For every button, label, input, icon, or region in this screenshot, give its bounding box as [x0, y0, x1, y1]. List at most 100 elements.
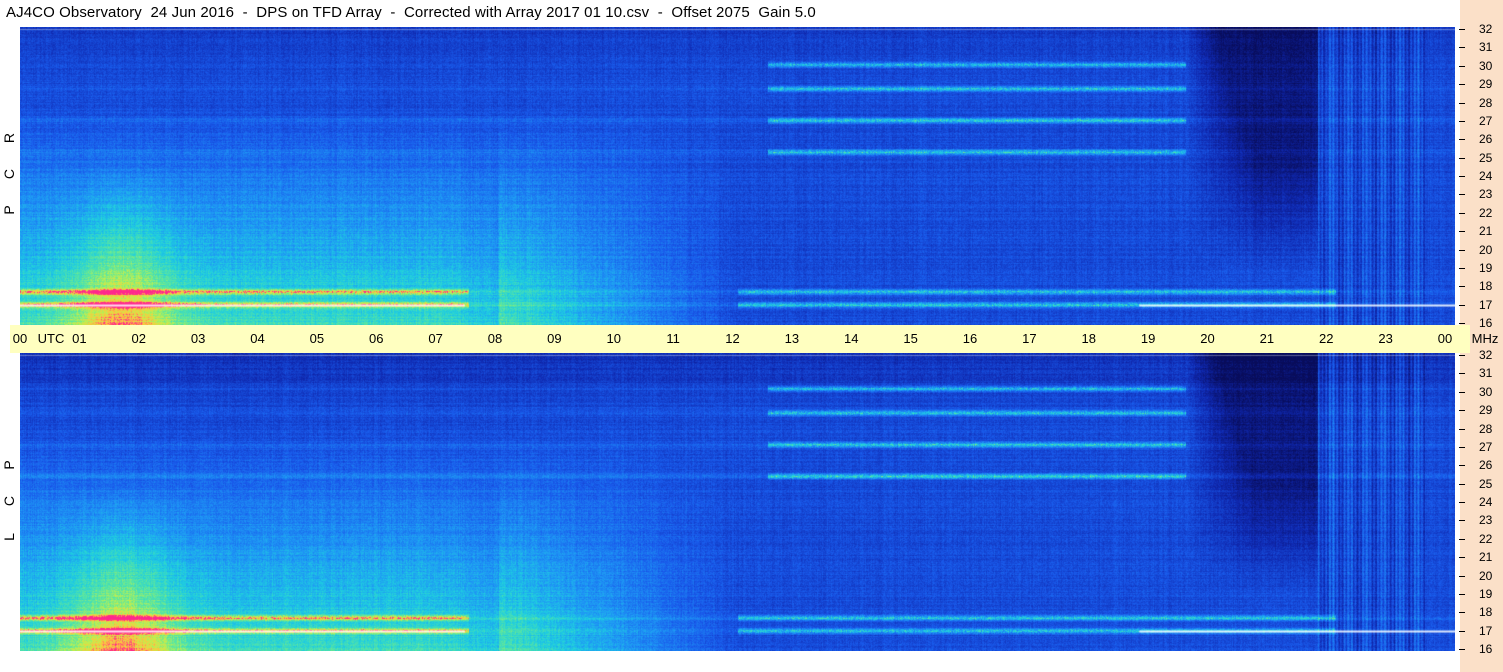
freq-tick-label: 30 [1479, 58, 1493, 73]
freq-tick-label: 24 [1479, 169, 1493, 183]
time-tick-label: 11 [666, 331, 680, 346]
freq-tick-label: 30 [1479, 384, 1493, 399]
freq-tick-label: 25 [1479, 476, 1493, 491]
time-tick-label: 04 [250, 331, 265, 346]
freq-tick-mark [1459, 249, 1465, 251]
freq-tick-label: 20 [1479, 568, 1493, 583]
time-tick-label: 15 [903, 331, 918, 346]
freq-tick-mark [1459, 612, 1465, 614]
freq-tick-mark [1459, 593, 1465, 595]
bottom-frame [0, 651, 1460, 672]
title-bar: AJ4CO Observatory 24 Jun 2016 - DPS on T… [0, 0, 1460, 27]
freq-tick-label: 29 [1479, 403, 1493, 418]
spectrogram-lcp [20, 353, 1455, 651]
freq-tick-mark [1459, 557, 1465, 559]
time-tick-label: 18 [1081, 331, 1096, 346]
rcp-label-letter-2: C [1, 168, 17, 180]
time-tick-label: 23 [1378, 331, 1393, 346]
freq-tick-mark [1459, 286, 1465, 288]
freq-tick-label: 17 [1479, 623, 1493, 638]
time-tick-label: 00 [12, 331, 28, 346]
time-tick-label: 17 [1022, 331, 1037, 346]
time-tick-label: 06 [369, 331, 384, 346]
utc-label: UTC [37, 331, 65, 346]
freq-tick-mark [1459, 139, 1465, 141]
freq-tick-label: 22 [1479, 205, 1493, 220]
freq-tick-mark [1459, 483, 1465, 485]
freq-tick-label: 32 [1479, 22, 1493, 36]
rcp-label-letter-1: R [1, 132, 17, 144]
freq-tick-label: 22 [1479, 531, 1493, 546]
frequency-axis-lcp: 16 17 18 19 20 21 22 23 24 25 26 27 28 29 30 31 32 [1455, 348, 1503, 656]
time-tick-label: 22 [1319, 331, 1334, 346]
freq-tick-mark [1459, 84, 1465, 86]
freq-tick-label: 32 [1479, 348, 1493, 362]
freq-tick-label: 18 [1479, 279, 1493, 294]
freq-tick-mark [1459, 502, 1465, 503]
freq-tick-mark [1459, 391, 1465, 393]
freq-tick-mark [1459, 355, 1465, 356]
freq-tick-mark [1459, 520, 1465, 522]
freq-tick-mark [1459, 212, 1465, 214]
freq-tick-mark [1459, 120, 1465, 122]
time-tick-label: 21 [1259, 331, 1275, 346]
time-tick-label: 16 [962, 331, 978, 346]
freq-tick-mark [1459, 446, 1465, 448]
freq-tick-label: 27 [1479, 113, 1493, 128]
freq-tick-mark [1459, 428, 1465, 430]
rcp-label-letter-3: P [1, 205, 17, 215]
time-tick-label: 09 [547, 331, 562, 346]
freq-tick-mark [1459, 157, 1465, 159]
freq-tick-mark [1459, 649, 1465, 650]
freq-tick-label: 28 [1479, 421, 1493, 436]
freq-tick-label: 26 [1479, 132, 1493, 147]
freq-tick-mark [1459, 538, 1465, 540]
freq-tick-mark [1459, 267, 1465, 269]
freq-tick-mark [1459, 65, 1465, 67]
time-axis: 00 01 02 03 04 05 06 07 08 09 10 11 12 13 14 15 16 17 18 19… [10, 325, 1498, 353]
freq-tick-mark [1459, 630, 1465, 632]
freq-tick-mark [1459, 47, 1465, 49]
time-tick-label: 05 [309, 331, 325, 346]
time-tick-label: 12 [725, 331, 740, 346]
freq-tick-label: 27 [1479, 439, 1493, 454]
freq-tick-label: 31 [1479, 366, 1493, 381]
time-tick-label: 07 [428, 331, 443, 346]
freq-tick-mark [1459, 465, 1465, 467]
time-tick-label: 03 [190, 331, 206, 346]
time-tick-label: 02 [131, 331, 146, 346]
freq-tick-label: 21 [1479, 550, 1493, 565]
freq-tick-mark [1459, 29, 1465, 30]
freq-tick-label: 25 [1479, 150, 1493, 165]
lcp-label-letter-3: P [1, 460, 17, 470]
time-tick-label: 01 [72, 331, 87, 346]
mhz-unit-label: MHz [1471, 331, 1499, 346]
freq-tick-label: 26 [1479, 458, 1493, 473]
freq-tick-label: 19 [1479, 260, 1493, 275]
freq-tick-label: 31 [1479, 40, 1493, 55]
freq-tick-label: 18 [1479, 605, 1493, 620]
time-tick-label: 00 [1437, 331, 1453, 346]
freq-tick-label: 21 [1479, 224, 1493, 239]
freq-tick-label: 23 [1479, 187, 1493, 202]
freq-tick-mark [1459, 231, 1465, 233]
freq-tick-label: 28 [1479, 95, 1493, 110]
lcp-label-letter-2: C [1, 495, 17, 507]
freq-tick-label: 16 [1479, 642, 1493, 656]
time-tick-label: 10 [606, 331, 621, 346]
spectrogram-rcp [20, 27, 1455, 325]
freq-tick-label: 20 [1479, 242, 1493, 257]
time-tick-label: 20 [1200, 331, 1215, 346]
frequency-axis-rcp: 16 17 18 19 20 21 22 23 24 25 26 27 28 29 30 31 32 [1455, 22, 1503, 330]
freq-tick-label: 29 [1479, 77, 1493, 92]
freq-tick-label: 17 [1479, 297, 1493, 312]
time-tick-label: 19 [1140, 331, 1156, 346]
freq-tick-label: 19 [1479, 586, 1493, 601]
freq-tick-label: 16 [1479, 316, 1493, 330]
freq-tick-mark [1459, 194, 1465, 196]
freq-tick-mark [1459, 575, 1465, 577]
time-tick-label: 13 [784, 331, 800, 346]
time-tick-label: 14 [844, 331, 859, 346]
spectrogram-lcp-canvas [20, 353, 1455, 651]
freq-tick-mark [1459, 102, 1465, 104]
